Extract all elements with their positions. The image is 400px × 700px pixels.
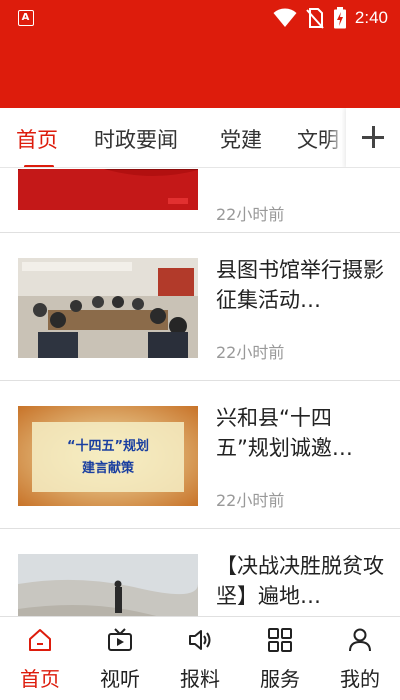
red-stage-image [18, 169, 198, 210]
meeting-room-image [18, 258, 198, 358]
tab-politics-news[interactable]: 时政要闻 [94, 124, 178, 154]
nav-report[interactable]: 报料 [160, 617, 240, 700]
news-item[interactable]: 县图书馆举行摄影征集活动… 22小时前 [0, 233, 400, 381]
clock-time: 2:40 [354, 8, 388, 27]
nav-label: 我的 [340, 667, 380, 691]
nav-home[interactable]: 首页 [0, 617, 80, 700]
news-item[interactable]: 【决战决胜脱贫攻坚】遍地… [0, 529, 400, 616]
tv-icon [108, 628, 132, 651]
news-title: 县图书馆举行摄影征集活动… [216, 258, 384, 312]
notification-app-icon: A [18, 10, 34, 26]
nav-av[interactable]: 视听 [80, 617, 160, 700]
plan-banner-image: “十四五”规划 建言献策 [18, 406, 198, 506]
home-icon [29, 629, 51, 651]
news-time: 22小时前 [216, 491, 285, 510]
news-item[interactable]: “十四五”规划 建言献策 兴和县“十四五”规划诚邀… 22小时前 [0, 381, 400, 529]
status-icons: 2:40 [273, 6, 388, 30]
nav-label: 视听 [100, 667, 140, 691]
bottom-navigation: 首页 视听 报料 服务 我的 [0, 616, 400, 700]
news-list[interactable]: 22小时前 县图书馆举行摄影征集活动… 22小时前 “十四五”规划 建言献策 兴… [0, 169, 400, 616]
nav-service[interactable]: 服务 [240, 617, 320, 700]
news-item[interactable]: 22小时前 [0, 169, 400, 233]
news-title: 兴和县“十四五”规划诚邀… [216, 406, 353, 460]
battery-charging-icon [333, 7, 346, 29]
grid-icon [268, 628, 292, 652]
app-header: A 2:40 [0, 0, 400, 108]
app-badge-letter: A [21, 12, 30, 23]
wifi-icon [273, 8, 297, 27]
news-time: 22小时前 [216, 343, 285, 362]
tab-fade [326, 108, 346, 167]
tab-home[interactable]: 首页 [16, 124, 58, 154]
news-thumbnail [18, 258, 198, 358]
add-channel-icon[interactable] [346, 108, 400, 167]
speaker-icon [189, 630, 211, 650]
nav-label: 首页 [20, 667, 60, 691]
nav-label: 服务 [260, 667, 300, 691]
thumb-text-top: “十四五”规划 [67, 438, 149, 454]
landscape-image [18, 554, 198, 616]
channel-tab-bar: 首页 时政要闻 党建 文明 [0, 108, 400, 168]
tab-party-building[interactable]: 党建 [220, 124, 262, 154]
news-thumbnail [18, 169, 198, 210]
news-time: 22小时前 [216, 205, 285, 224]
nav-label: 报料 [180, 667, 220, 691]
user-icon [349, 628, 371, 652]
nav-mine[interactable]: 我的 [320, 617, 400, 700]
news-thumbnail [18, 554, 198, 616]
thumb-text-bottom: 建言献策 [82, 460, 135, 476]
news-title: 【决战决胜脱贫攻坚】遍地… [216, 554, 384, 608]
news-thumbnail: “十四五”规划 建言献策 [18, 406, 198, 506]
no-sim-icon [306, 8, 324, 29]
active-tab-indicator [24, 165, 54, 167]
